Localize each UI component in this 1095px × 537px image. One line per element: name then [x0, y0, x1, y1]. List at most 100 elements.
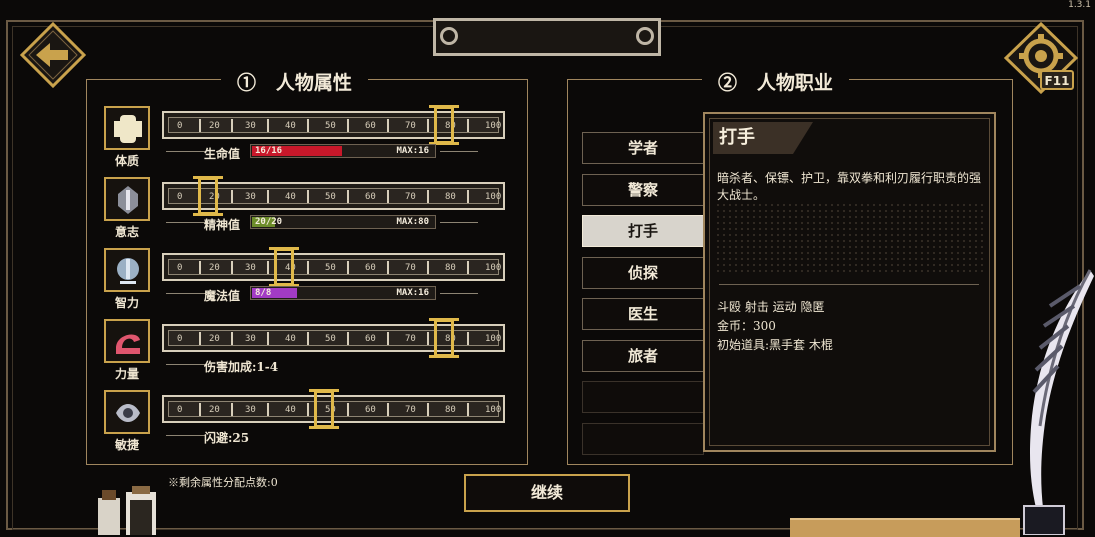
remaining-points: ※剩余属性分配点数:0	[168, 476, 278, 489]
job-option[interactable]: 旅者	[582, 340, 704, 372]
slider-tick-label: 40	[285, 121, 296, 131]
jobs-panel-number: ②	[718, 72, 738, 94]
slider-tick-label: 70	[405, 121, 416, 131]
slider-tick-label: 50	[325, 334, 336, 344]
slider-handle[interactable]	[193, 176, 223, 216]
slider-tick-label: 60	[365, 192, 376, 202]
connector-line	[440, 293, 478, 294]
job-detail-card: 打手 暗杀者、保镖、护卫，靠双拳和利刃履行职责的强大战士。 斗殴 射击 运动 隐…	[703, 112, 996, 452]
slider-tick-mark	[467, 190, 469, 203]
job-gold: 金币：300	[717, 319, 776, 333]
slider-handle[interactable]	[429, 105, 459, 145]
slider-handle[interactable]	[269, 247, 299, 287]
connector-line	[166, 435, 206, 436]
attributes-panel-number: ①	[237, 72, 257, 94]
slider-tick-mark	[427, 261, 429, 274]
connector-line	[166, 151, 206, 152]
slider-tick-label: 50	[325, 192, 336, 202]
dot-grid-decoration	[715, 202, 983, 274]
stat-bar-value: 16/16	[255, 146, 283, 156]
slider-tick-mark	[347, 332, 349, 345]
slider-tick-mark	[387, 332, 389, 345]
back-arrow-icon[interactable]	[20, 22, 86, 88]
job-detail-description: 暗杀者、保镖、护卫，靠双拳和利刃履行职责的强大战士。	[717, 171, 982, 202]
slider-handle[interactable]	[309, 389, 339, 429]
slider-tick-mark	[307, 261, 309, 274]
slider-tick-label: 20	[209, 405, 220, 415]
version-label: 1.3.1	[1068, 0, 1091, 10]
slider-handle[interactable]	[429, 318, 459, 358]
slider-tick-label: 0	[177, 192, 183, 202]
job-starting-items: 初始道具:黑手套 木棍	[717, 338, 833, 352]
attributes-panel-title: 人物属性	[275, 72, 352, 94]
slider-tick-mark	[347, 403, 349, 416]
attribute-slider[interactable]: 0 20 30 40 50 60 70 80 100	[162, 105, 505, 145]
job-option[interactable]: 打手	[582, 215, 704, 247]
slider-tick-mark	[467, 332, 469, 345]
agility-icon	[104, 390, 150, 434]
ornament-ring-right	[636, 27, 654, 45]
slider-tick-mark	[231, 261, 233, 274]
slider-tick-label: 30	[245, 405, 256, 415]
slider-tick-mark	[347, 190, 349, 203]
slider-tick-mark	[427, 190, 429, 203]
slider-tick-label: 40	[285, 192, 296, 202]
slider-tick-label: 100	[485, 263, 502, 273]
derived-stat-label: 生命值	[204, 147, 241, 161]
job-option[interactable]: 侦探	[582, 257, 704, 289]
slider-tick-mark	[231, 403, 233, 416]
slider-tick-label: 60	[365, 405, 376, 415]
slider-tick-mark	[387, 119, 389, 132]
derived-stat-label: 精神值	[204, 218, 241, 232]
slider-tick-mark	[231, 332, 233, 345]
connector-line	[166, 222, 206, 223]
slider-tick-mark	[427, 403, 429, 416]
slider-tick-mark	[307, 403, 309, 416]
slider-tick-mark	[267, 119, 269, 132]
attribute-name: 智力	[114, 296, 139, 310]
slider-tick-label: 70	[405, 263, 416, 273]
attribute-slider[interactable]: 0 20 30 40 50 60 70 80 100	[162, 176, 505, 216]
attribute-name: 敏捷	[114, 438, 139, 452]
quill-feather-decoration	[1023, 269, 1094, 535]
slider-tick-mark	[387, 190, 389, 203]
slider-tick-label: 100	[485, 192, 502, 202]
slider-tick-label: 20	[209, 263, 220, 273]
slider-tick-label: 0	[177, 405, 183, 415]
stat-bar-max: MAX:80	[396, 217, 429, 227]
slider-tick-label: 0	[177, 334, 183, 344]
slider-tick-label: 0	[177, 263, 183, 273]
slider-tick-label: 100	[485, 121, 502, 131]
attribute-slider[interactable]: 0 20 30 40 50 60 70 80 100	[162, 389, 505, 429]
derived-stat-bar: 20/20 MAX:80	[250, 215, 436, 229]
slider-tick-mark	[467, 119, 469, 132]
derived-stat-bar: 16/16 MAX:16	[250, 144, 436, 158]
continue-button[interactable]: 继续	[464, 474, 630, 512]
attribute-name: 意志	[114, 225, 139, 239]
stat-bar-max: MAX:16	[396, 146, 429, 156]
slider-tick-mark	[307, 332, 309, 345]
slider-tick-label: 60	[365, 334, 376, 344]
job-slot-empty	[582, 423, 704, 455]
ink-bottles-decoration	[98, 486, 156, 535]
job-option[interactable]: 医生	[582, 298, 704, 330]
attribute-slider[interactable]: 0 20 30 40 50 60 70 80 100	[162, 247, 505, 287]
ruler-decoration	[790, 518, 1020, 537]
slider-tick-label: 0	[177, 121, 183, 131]
slider-tick-mark	[387, 403, 389, 416]
stat-bar-value: 20/20	[255, 217, 283, 227]
attribute-slider[interactable]: 0 20 30 40 50 60 70 80 100	[162, 318, 505, 358]
derived-stat-label: 伤害加成:1-4	[204, 360, 279, 374]
slider-tick-mark	[427, 332, 429, 345]
slider-tick-mark	[199, 332, 201, 345]
job-option[interactable]: 警察	[582, 174, 704, 206]
intelligence-icon	[104, 248, 150, 292]
job-option[interactable]: 学者	[582, 132, 704, 164]
slider-tick-label: 40	[285, 334, 296, 344]
slider-tick-mark	[347, 261, 349, 274]
slider-tick-mark	[267, 261, 269, 274]
slider-tick-mark	[199, 261, 201, 274]
slider-tick-label: 50	[325, 263, 336, 273]
slider-tick-label: 60	[365, 121, 376, 131]
strength-icon	[104, 319, 150, 363]
